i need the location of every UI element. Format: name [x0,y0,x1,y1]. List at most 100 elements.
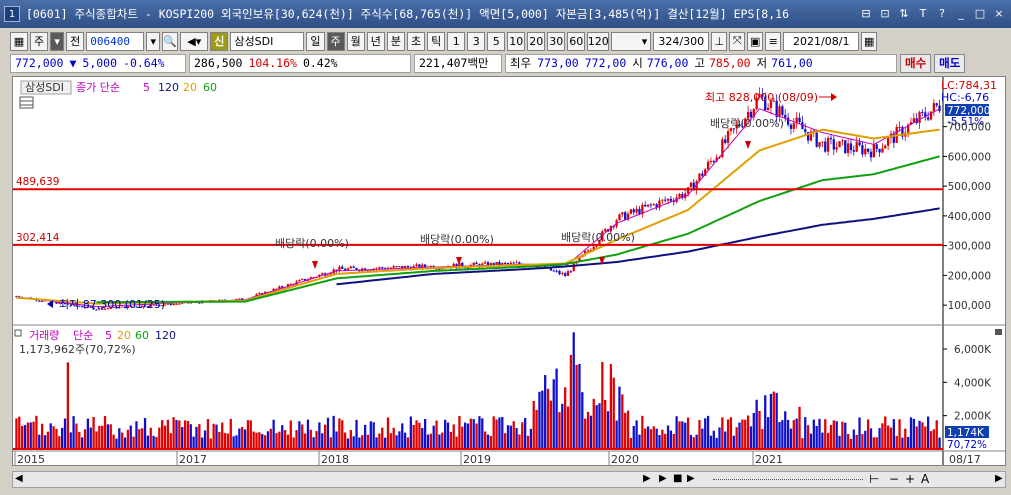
volume-legend-ma20: 20 [117,329,131,342]
scroll-right-icon[interactable]: ▶ [643,473,651,484]
interval-20[interactable]: 20 [527,31,546,51]
x-tick-label: 2018 [321,453,349,465]
volume-bar [135,421,138,449]
period-tick[interactable]: 틱 [427,31,446,51]
code-dropdown-icon[interactable]: ▾ [146,31,161,51]
dividend-label-4: 배당락(0.00%) [710,117,784,130]
volume-bar [341,420,344,449]
best-ask: 773,00 [537,56,579,70]
help-icon[interactable]: ? [934,5,950,21]
sin-button[interactable]: 신 [210,31,229,51]
date-input[interactable]: 2021/08/1 [783,31,860,51]
volume-bar [629,437,633,449]
count-value: 324 [658,34,680,48]
candle-body [392,266,395,268]
interval-dropdown[interactable]: ▾ [611,31,652,51]
volume-box: 286,500 104.16% 0.42% [189,53,411,73]
minimize-icon[interactable]: _ [953,5,969,21]
period-minute[interactable]: 분 [386,31,405,51]
volume-bar [724,431,727,449]
jeon-button[interactable]: 전 [66,31,85,51]
volume-bar [861,434,864,449]
play-icon[interactable]: ▶ [659,473,667,484]
calendar-icon[interactable]: ▦ [861,31,878,51]
interval-1[interactable]: 1 [447,31,466,51]
stock-code-input[interactable]: 006400 [86,31,145,51]
scroll-left-icon[interactable]: ◀ [15,473,23,484]
maximize-icon[interactable]: □ [972,5,988,21]
candle-body [566,271,570,276]
chart-toolbar: ▦ 주 ▾ 전 006400 ▾ 🔍 ◀▾ 신 삼성SDI 일 주 월 년 분 … [10,30,1006,52]
quote-bar: 772,000 ▼ 5,000 -0.64% 286,500 104.16% 0… [10,53,1006,73]
chart-scrollbar[interactable]: ◀ ▶ ▶ ■ ▶ ⊢ − + A ▶ [12,471,1006,488]
sell-button[interactable]: 매도 [934,53,966,73]
pin-icon[interactable]: ⊥ [711,31,728,51]
interval-30[interactable]: 30 [547,31,566,51]
zoom-a-icon[interactable]: A [921,472,929,486]
volume-bar [181,427,184,449]
low-value: 761,00 [771,56,813,70]
link-icon[interactable]: ⇅ [896,5,912,21]
volume-bar [558,412,561,449]
chart-area[interactable]: 삼성SDI 종가 단순 5 120 20 60 489,639 302,414 … [12,76,1006,466]
volume-bar [332,415,335,449]
interval-120[interactable]: 120 [587,31,610,51]
volume-bar [426,434,430,449]
chevron-down-icon[interactable]: ▾ [50,31,65,51]
volume-bar [521,422,524,449]
count-field[interactable]: 324/300 [653,31,710,51]
candle-body [678,193,681,198]
table-icon[interactable] [19,96,34,109]
volume-bar [544,375,547,449]
zoom-track[interactable] [713,479,863,480]
volume-bar [526,435,530,449]
chart-type-icon[interactable]: ▦ [10,31,28,51]
candle-body [586,250,590,252]
scroll-icon[interactable]: ≡ [765,31,782,51]
candle-body [766,107,770,111]
candle-body [564,273,567,276]
volume-bar [478,416,481,449]
price-change: 5,000 [82,56,118,70]
zoom-minus-icon[interactable]: − [889,472,899,486]
stop-icon[interactable]: ■ [673,473,682,484]
layout-icon[interactable]: ⊟ [858,5,874,21]
split-icon[interactable]: ⊡ [877,5,893,21]
volume-bar [761,429,764,449]
volume-bar [712,430,715,449]
type-select[interactable]: 주 [30,31,49,51]
interval-5[interactable]: 5 [487,31,506,51]
chart-svg[interactable]: 삼성SDI 종가 단순 5 120 20 60 489,639 302,414 … [13,77,1005,466]
period-second[interactable]: 초 [407,31,426,51]
scroll-end-icon[interactable]: ▶ [995,473,1003,484]
volume-panel-close-icon[interactable] [995,329,1002,335]
step-icon[interactable]: ▶ [687,473,695,484]
search-icon[interactable]: 🔍 [162,31,179,51]
save-icon[interactable]: ▣ [747,31,764,51]
period-week[interactable]: 주 [326,31,345,51]
speaker-icon[interactable]: ◀▾ [180,31,209,51]
volume-bar [206,419,210,449]
buy-button[interactable]: 매수 [900,53,932,73]
volume-legend-ma120: 120 [155,329,176,342]
cross-icon[interactable]: ⤧ [729,31,746,51]
volume-panel-icon[interactable] [14,329,22,337]
volume-bar [492,416,495,449]
period-year[interactable]: 년 [366,31,385,51]
period-month[interactable]: 월 [346,31,365,51]
x-tick-label: 2021 [755,453,783,465]
volume-bar [561,403,564,449]
interval-10[interactable]: 10 [507,31,526,51]
volume-bar [358,437,361,449]
candle-body [406,266,410,268]
volume-bar [801,438,804,449]
interval-3[interactable]: 3 [467,31,486,51]
close-icon[interactable]: × [991,5,1007,21]
period-day[interactable]: 일 [306,31,325,51]
interval-60[interactable]: 60 [567,31,586,51]
zoom-plus-icon[interactable]: + [905,472,915,486]
volume-bar [298,421,301,449]
zoom-out-icon[interactable]: ⊢ [869,472,879,486]
text-icon[interactable]: T [915,5,931,21]
volume-bar [766,417,770,449]
